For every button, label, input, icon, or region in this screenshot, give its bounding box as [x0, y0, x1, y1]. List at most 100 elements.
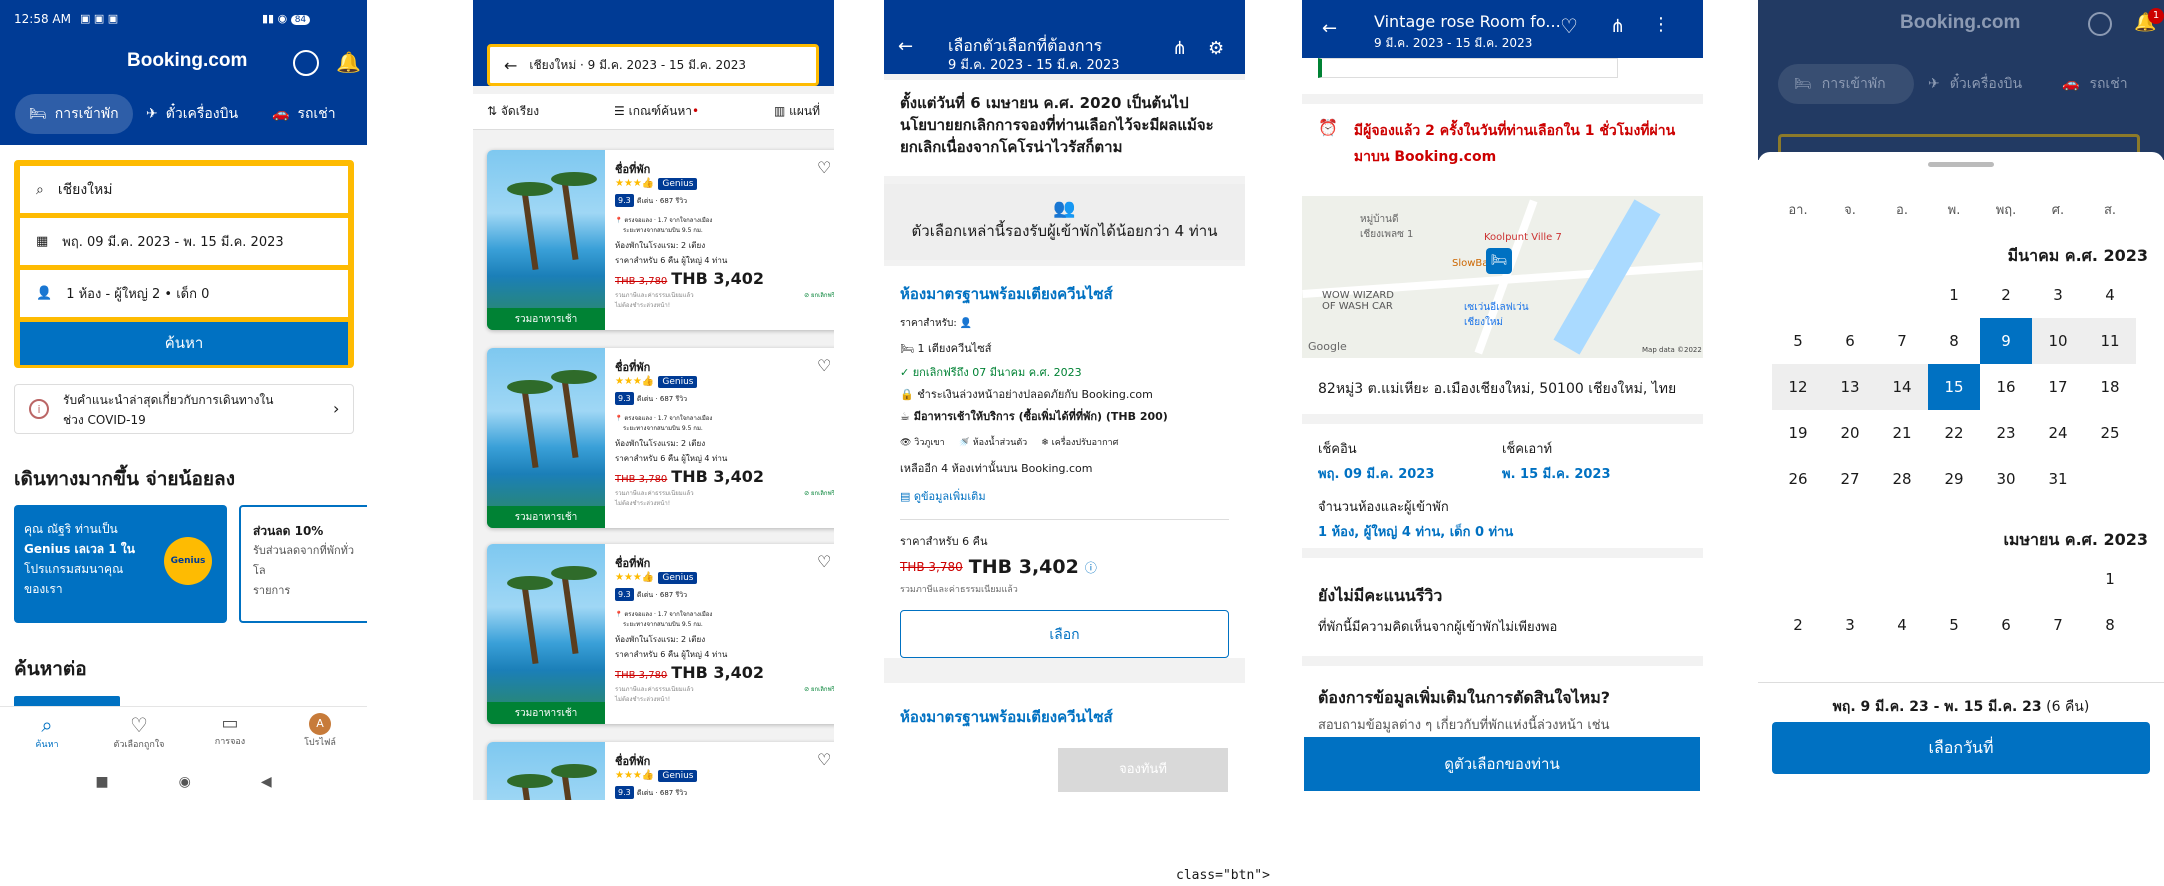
calendar-day[interactable]: 11	[2084, 318, 2136, 364]
location-map[interactable]: หมู่บ้านดี เชียงเพลซ 1 Koolpunt Ville 7 S…	[1302, 196, 1703, 358]
more-menu-icon[interactable]: ⋮	[1652, 14, 1670, 35]
property-name[interactable]: ชื่อที่พัก	[615, 554, 834, 572]
property-photo[interactable]: รวมอาหารเช้า	[487, 150, 605, 330]
drag-handle[interactable]	[1928, 162, 1994, 167]
chat-icon[interactable]	[293, 50, 319, 76]
calendar-day[interactable]: 29	[1928, 456, 1980, 502]
covid-banner[interactable]: i รับคำแนะนำล่าสุดเกี่ยวกับการเดินทางใน …	[14, 384, 354, 434]
calendar-day[interactable]: 15	[1928, 364, 1980, 410]
calendar-day[interactable]: 5	[1928, 602, 1980, 648]
property-card[interactable]: รวมอาหารเช้า ชื่อที่พัก ★★★👍Genius 9.3 ด…	[487, 150, 834, 330]
calendar-day[interactable]: 2	[1980, 272, 2032, 318]
back-arrow-icon[interactable]: ←	[1322, 18, 1337, 39]
map-button[interactable]: ▥ แผนที่	[774, 102, 820, 121]
room-title[interactable]: ห้องมาตรฐานพร้อมเตียงควีนไซส์	[900, 705, 1229, 729]
search-button[interactable]: ค้นหา	[20, 322, 348, 365]
checkout-block[interactable]: เช็คเอาท์ พ. 15 มี.ค. 2023	[1502, 438, 1611, 484]
calendar-day[interactable]: 26	[1772, 456, 1824, 502]
property-name[interactable]: ชื่อที่พัก	[615, 358, 834, 376]
back-arrow-icon[interactable]: ←	[504, 56, 517, 75]
property-card[interactable]: รวมอาหารเช้า ชื่อที่พัก ★★★👍Genius 9.3 ด…	[487, 348, 834, 528]
tab-stays[interactable]: 🛏 การเข้าพัก	[1778, 64, 1914, 104]
reserve-button[interactable]: จองทันที	[1058, 748, 1228, 792]
nav-saved[interactable]: ♡ ตัวเลือกถูกใจ	[104, 713, 174, 751]
share-icon[interactable]: ⋔	[1610, 16, 1625, 37]
heart-icon[interactable]: ♡	[817, 158, 831, 177]
tab-stays[interactable]: 🛏 การเข้าพัก	[15, 94, 133, 134]
calendar-day[interactable]: 14	[1876, 364, 1928, 410]
see-options-button[interactable]: ดูตัวเลือกของท่าน	[1304, 737, 1700, 791]
recents-icon[interactable]: ■	[95, 774, 108, 790]
calendar-day[interactable]: 7	[1876, 318, 1928, 364]
rooms-block[interactable]: จำนวนห้องและผู้เข้าพัก 1 ห้อง, ผู้ใหญ่ 4…	[1318, 496, 1513, 542]
property-name[interactable]: ชื่อที่พัก	[615, 160, 834, 178]
property-card[interactable]: รวมอาหารเช้า ชื่อที่พัก ★★★👍Genius 9.3 ด…	[487, 544, 834, 724]
calendar-day[interactable]: 19	[1772, 410, 1824, 456]
calendar-day[interactable]: 21	[1876, 410, 1928, 456]
chat-icon[interactable]	[2088, 12, 2112, 36]
calendar-day[interactable]: 1	[2084, 556, 2136, 602]
calendar-day[interactable]: 6	[1824, 318, 1876, 364]
hotel-marker-icon[interactable]: 🛏	[1486, 248, 1512, 274]
settings-icon[interactable]: ⚙	[1208, 38, 1224, 59]
search-summary-bar[interactable]: ← เชียงใหม่ · 9 มี.ค. 2023 - 15 มี.ค. 20…	[487, 44, 819, 86]
calendar-day[interactable]: 24	[2032, 410, 2084, 456]
calendar-day[interactable]: 22	[1928, 410, 1980, 456]
nav-search[interactable]: ⌕ ค้นหา	[14, 713, 80, 751]
calendar-day[interactable]: 8	[2084, 602, 2136, 648]
share-icon[interactable]: ⋔	[1172, 38, 1187, 59]
property-photo[interactable]: รวมอาหารเช้า	[487, 348, 605, 528]
property-name[interactable]: ชื่อที่พัก	[615, 752, 834, 770]
select-dates-button[interactable]: เลือกวันที่	[1772, 722, 2150, 774]
nav-bookings[interactable]: ▭ การจอง	[200, 713, 260, 748]
property-photo[interactable]: รวมอาหารเช้า	[487, 742, 605, 800]
calendar-day[interactable]: 1	[1928, 272, 1980, 318]
property-card[interactable]: รวมอาหารเช้า ชื่อที่พัก ★★★👍Genius 9.3 ด…	[487, 742, 834, 800]
discount-promo-card[interactable]: ส่วนลด 10% รับส่วนลดจากที่พักทั่วโล รายก…	[239, 505, 367, 623]
more-info-link[interactable]: ▤ ดูข้อมูลเพิ่มเติม	[900, 487, 1229, 505]
calendar-day[interactable]: 13	[1824, 364, 1876, 410]
calendar-day[interactable]: 7	[2032, 602, 2084, 648]
calendar-day[interactable]: 30	[1980, 456, 2032, 502]
info-icon[interactable]: ⓘ	[1085, 559, 1097, 576]
calendar-day[interactable]: 28	[1876, 456, 1928, 502]
tab-flights[interactable]: ✈ ตั๋วเครื่องบิน	[146, 94, 264, 134]
heart-icon[interactable]: ♡	[817, 356, 831, 375]
calendar-day[interactable]: 20	[1824, 410, 1876, 456]
home-icon[interactable]: ◉	[179, 774, 191, 790]
select-button[interactable]: เลือก	[900, 610, 1229, 658]
heart-icon[interactable]: ♡	[817, 552, 831, 571]
calendar-day[interactable]: 31	[2032, 456, 2084, 502]
filter-button[interactable]: ☰ เกณฑ์ค้นหา•	[614, 102, 699, 121]
dates-field[interactable]: ▦ พฤ. 09 มี.ค. 2023 - พ. 15 มี.ค. 2023	[20, 218, 348, 265]
tab-flights[interactable]: ✈ ตั๋วเครื่องบิน	[1928, 64, 2048, 104]
sort-button[interactable]: ⇅ จัดเรียง	[487, 102, 539, 121]
calendar-day[interactable]: 4	[2084, 272, 2136, 318]
calendar-day[interactable]: 23	[1980, 410, 2032, 456]
back-icon[interactable]: ◀	[261, 774, 272, 790]
genius-promo-card[interactable]: คุณ ณัฐริ ท่านเป็น Genius เลเวล 1 ใน โปร…	[14, 505, 227, 623]
calendar-day[interactable]: 9	[1980, 318, 2032, 364]
calendar-day[interactable]: 12	[1772, 364, 1824, 410]
calendar-day[interactable]: 25	[2084, 410, 2136, 456]
calendar-day[interactable]: 5	[1772, 318, 1824, 364]
calendar-day[interactable]: 10	[2032, 318, 2084, 364]
calendar-day[interactable]: 3	[1824, 602, 1876, 648]
calendar-day[interactable]: 2	[1772, 602, 1824, 648]
back-arrow-icon[interactable]: ←	[898, 36, 913, 57]
calendar-day[interactable]: 3	[2032, 272, 2084, 318]
bell-icon[interactable]: 🔔	[336, 50, 361, 74]
calendar-day[interactable]: 8	[1928, 318, 1980, 364]
destination-field[interactable]: ⌕ เชียงใหม่	[20, 166, 348, 213]
heart-icon[interactable]: ♡	[817, 750, 831, 769]
tab-cars[interactable]: 🚗 รถเช่า	[2062, 64, 2162, 104]
calendar-day[interactable]: 18	[2084, 364, 2136, 410]
heart-icon[interactable]: ♡	[1560, 14, 1578, 38]
room-title[interactable]: ห้องมาตรฐานพร้อมเตียงควีนไซส์	[900, 282, 1229, 306]
calendar-day[interactable]: 4	[1876, 602, 1928, 648]
guests-field[interactable]: 👤 1 ห้อง - ผู้ใหญ่ 2 • เด็ก 0	[20, 270, 348, 317]
calendar-day[interactable]: 16	[1980, 364, 2032, 410]
tab-cars[interactable]: 🚗 รถเช่า	[272, 94, 362, 134]
calendar-day[interactable]: 27	[1824, 456, 1876, 502]
nav-profile[interactable]: A โปรไฟล์	[290, 713, 350, 749]
